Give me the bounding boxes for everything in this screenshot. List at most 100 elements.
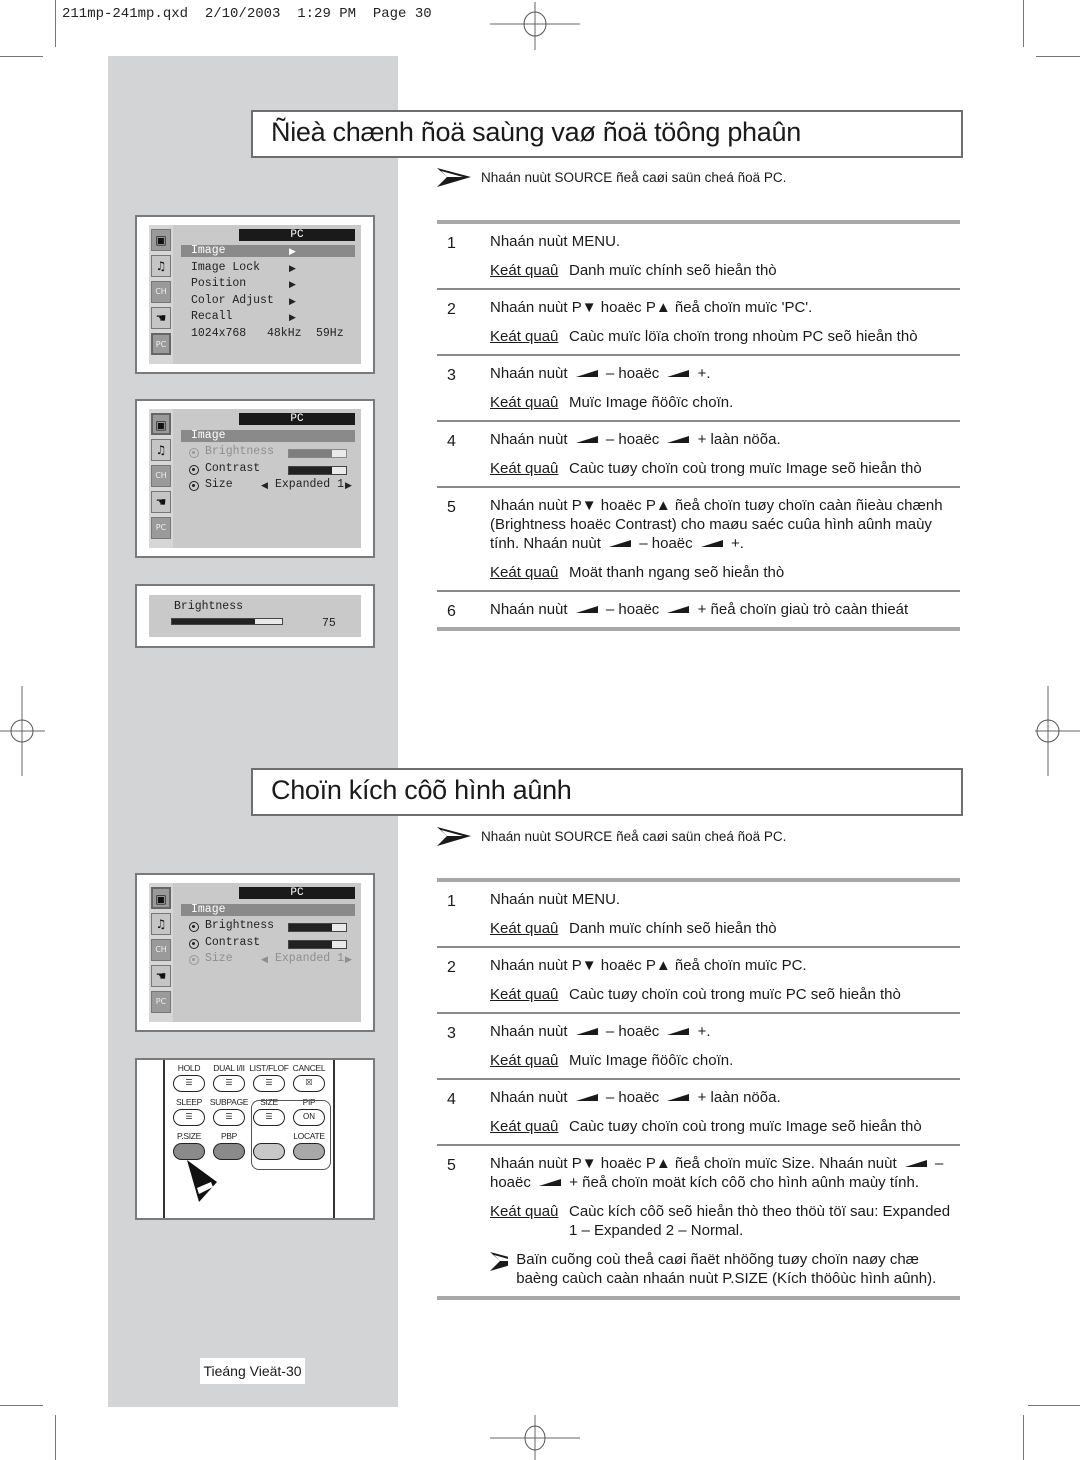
- step-number: 1: [447, 893, 456, 910]
- osd-size-label[interactable]: Size: [205, 478, 233, 491]
- pc-icon: PC: [151, 991, 171, 1013]
- radio-icon: [189, 465, 199, 475]
- step-item: 2 Nhaán nuùt P▼ hoaëc P▲ ñeå choïn muïc '…: [437, 290, 960, 354]
- channel-icon: CH: [151, 939, 171, 961]
- steps-list: 1 Nhaán nuùt MENU. Keát quaû Danh muïc chín…: [437, 220, 960, 631]
- print-slug: 211mp-241mp.qxd 2/10/2003 1:29 PM Page 3…: [62, 6, 432, 22]
- arrow-left-icon: ◀: [261, 480, 268, 490]
- osd-contrast-label[interactable]: Contrast: [205, 462, 260, 475]
- dual-button[interactable]: ☰: [213, 1075, 245, 1092]
- step-item: 5 Nhaán nuùt P▼ hoaëc P▲ ñeå choïn tuøy c…: [437, 488, 960, 590]
- registration-mark-icon: [1035, 686, 1080, 776]
- osd-contrast-label[interactable]: Contrast: [205, 936, 260, 949]
- osd-main-menu: ▣ ♫ CH ☚ PC PC Image ▶ Image Lock ▶ Posi…: [135, 215, 375, 374]
- result-label: Keát quaû: [490, 394, 559, 411]
- pc-icon: PC: [151, 517, 171, 539]
- step-result: Keát quaû Caùc tuøy choïn coù trong muïc …: [490, 1117, 960, 1136]
- step-result: Keát quaû Moät thanh ngang seõ hieån thò: [490, 563, 960, 582]
- osd-size-label[interactable]: Size: [205, 952, 233, 965]
- volume-button-icon: [575, 1028, 598, 1035]
- result-label: Keát quaû: [490, 1118, 559, 1135]
- brightness-bar[interactable]: [171, 618, 283, 625]
- crop-mark: [1028, 1405, 1080, 1406]
- osd-brightness-label[interactable]: Brightness: [205, 445, 274, 458]
- list-flof-button[interactable]: ☰: [253, 1075, 285, 1092]
- step-tip: Baïn cuõng coù theå caøi ñaët nhöõng tuø…: [490, 1250, 960, 1288]
- brightness-bar-fill: [289, 924, 332, 931]
- result-text: Muïc Image ñöôïc choïn.: [569, 1052, 734, 1069]
- result-label: Keát quaû: [490, 262, 559, 279]
- osd-h-freq: 48kHz: [267, 327, 302, 340]
- section-title: Ñieà chænh ñoä saùng vaø ñoä töông phaûn: [271, 117, 801, 147]
- step-instruction: Nhaán nuùt P▼ hoaëc P▲ ñeå choïn tuøy ch…: [490, 497, 943, 552]
- result-label: Keát quaû: [490, 986, 559, 1003]
- radio-icon: [189, 448, 199, 458]
- volume-button-icon: [575, 370, 598, 377]
- volume-button-icon: [609, 540, 632, 547]
- osd-menu-item[interactable]: Color Adjust: [191, 294, 274, 307]
- radio-icon: [189, 939, 199, 949]
- hold-button[interactable]: ☰: [173, 1075, 205, 1092]
- osd-image-menu: ▣ ♫ CH ☚ PC PC Image Brightness Contrast…: [135, 873, 375, 1032]
- brightness-bar-fill: [289, 450, 332, 457]
- channel-up-icon: ▲: [655, 1155, 671, 1172]
- pbp-button[interactable]: [213, 1143, 245, 1160]
- blank-button[interactable]: [253, 1143, 285, 1160]
- step-item: 3 Nhaán nuùt – hoaëc +. Keát quaû Muïc Imag…: [437, 1014, 960, 1078]
- tip-text: Baïn cuõng coù theå caøi ñaët nhöõng tuø…: [516, 1251, 937, 1287]
- sleep-button[interactable]: ☰: [173, 1109, 205, 1126]
- osd-brightness-label: Brightness: [174, 600, 244, 613]
- divider: [437, 627, 960, 631]
- channel-up-icon: ▲: [655, 299, 671, 316]
- volume-button-icon: [575, 606, 598, 613]
- setup-hand-icon: ☚: [151, 307, 171, 329]
- setup-hand-icon: ☚: [151, 965, 171, 987]
- osd-menu-item[interactable]: Position: [191, 277, 246, 290]
- tv-picture-icon: ▣: [151, 229, 171, 251]
- osd-menu-item[interactable]: Recall: [191, 310, 232, 323]
- divider: [437, 1296, 960, 1300]
- result-label: Keát quaû: [490, 1052, 559, 1069]
- section-title-box: Choïn kích côõ hình aûnh: [251, 768, 963, 816]
- step-number: 5: [447, 1157, 456, 1174]
- osd-title: Image: [191, 429, 226, 442]
- step-item: 1 Nhaán nuùt MENU. Keát quaû Danh muïc chín…: [437, 224, 960, 288]
- brightness-bar[interactable]: [288, 449, 347, 458]
- music-note-icon: ♫: [151, 439, 171, 461]
- locate-button[interactable]: [293, 1143, 325, 1160]
- contrast-bar[interactable]: [288, 940, 347, 949]
- channel-up-icon: ▲: [655, 957, 671, 974]
- registration-mark-icon: [490, 2, 580, 50]
- osd-menu-item[interactable]: Image: [191, 244, 226, 257]
- osd-brightness-label[interactable]: Brightness: [205, 919, 274, 932]
- crop-mark: [0, 56, 43, 57]
- contrast-bar[interactable]: [288, 466, 347, 475]
- tv-picture-icon: ▣: [151, 413, 171, 435]
- arrow-right-icon: ▶: [345, 954, 352, 964]
- step-instruction: Nhaán nuùt MENU.: [490, 891, 621, 908]
- osd-side-icons: ▣ ♫ CH ☚ PC: [149, 409, 173, 548]
- brightness-bar[interactable]: [288, 923, 347, 932]
- step-number: 3: [447, 1025, 456, 1042]
- subpage-button[interactable]: ☰: [213, 1109, 245, 1126]
- step-instruction: Nhaán nuùt P▼ hoaëc P▲ ñeå choïn muïc Si…: [490, 1155, 944, 1191]
- section-title: Choïn kích côõ hình aûnh: [271, 775, 572, 805]
- volume-button-icon: [667, 1094, 690, 1101]
- step-instruction: Nhaán nuùt P▼ hoaëc P▲ ñeå choïn muïc 'P…: [490, 299, 813, 316]
- channel-down-icon: ▼: [581, 497, 597, 514]
- volume-button-icon: [700, 540, 723, 547]
- result-label: Keát quaû: [490, 920, 559, 937]
- radio-icon: [189, 922, 199, 932]
- result-label: Keát quaû: [490, 328, 559, 345]
- remote-label: LOCATE: [293, 1131, 325, 1141]
- cancel-button[interactable]: ☒: [293, 1075, 325, 1092]
- step-item: 2 Nhaán nuùt P▼ hoaëc P▲ ñeå choïn muïc P…: [437, 948, 960, 1012]
- osd-menu-item[interactable]: Image Lock: [191, 261, 260, 274]
- contrast-bar-fill: [289, 467, 332, 474]
- osd-side-icons: ▣ ♫ CH ☚ PC: [149, 883, 173, 1022]
- result-text: Danh muïc chính seõ hieån thò: [569, 920, 777, 937]
- step-result: Keát quaû Muïc Image ñöôïc choïn.: [490, 393, 960, 412]
- psize-button[interactable]: [173, 1143, 205, 1160]
- step-result: Keát quaû Caùc tuøy choïn coù trong muïc …: [490, 459, 960, 478]
- arrow-left-icon: ◀: [261, 954, 268, 964]
